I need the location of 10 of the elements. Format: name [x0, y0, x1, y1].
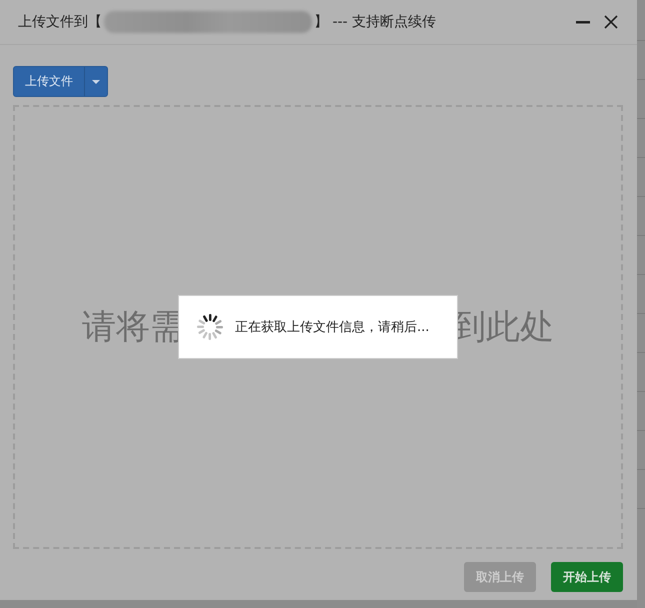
- close-icon: [604, 15, 618, 29]
- dropdown-button[interactable]: [84, 67, 107, 96]
- window-title: 】 --- 支持断点续传: [314, 13, 436, 31]
- window-title: 上传文件到【: [18, 13, 102, 31]
- minimize-icon: [576, 20, 590, 24]
- loading-spinner-icon: [195, 312, 225, 342]
- start-upload-button[interactable]: 开始上传: [551, 562, 623, 592]
- loading-message: 正在获取上传文件信息，请稍后...: [235, 319, 430, 336]
- close-button[interactable]: [603, 14, 619, 30]
- caret-icon: [92, 80, 100, 84]
